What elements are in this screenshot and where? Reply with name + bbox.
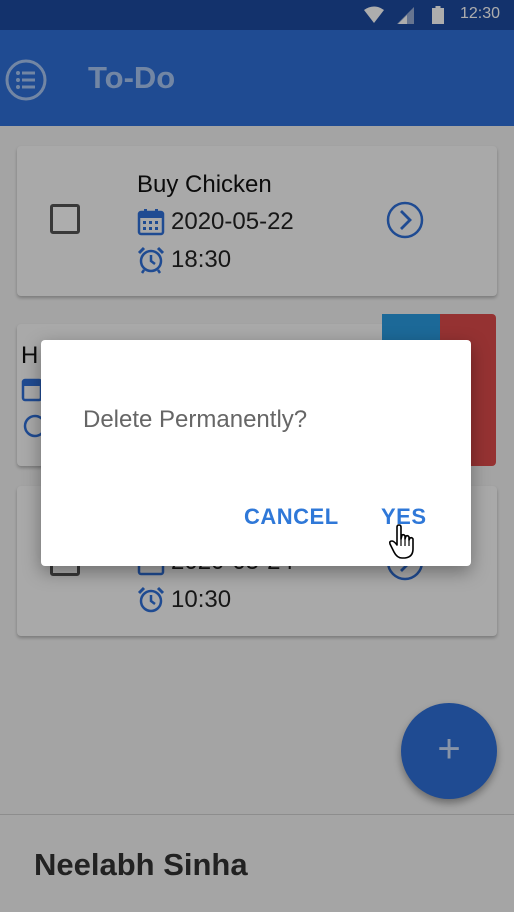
hand-cursor-icon [388,524,414,559]
cancel-button[interactable]: CANCEL [244,504,339,530]
dialog-message: Delete Permanently? [83,406,308,433]
